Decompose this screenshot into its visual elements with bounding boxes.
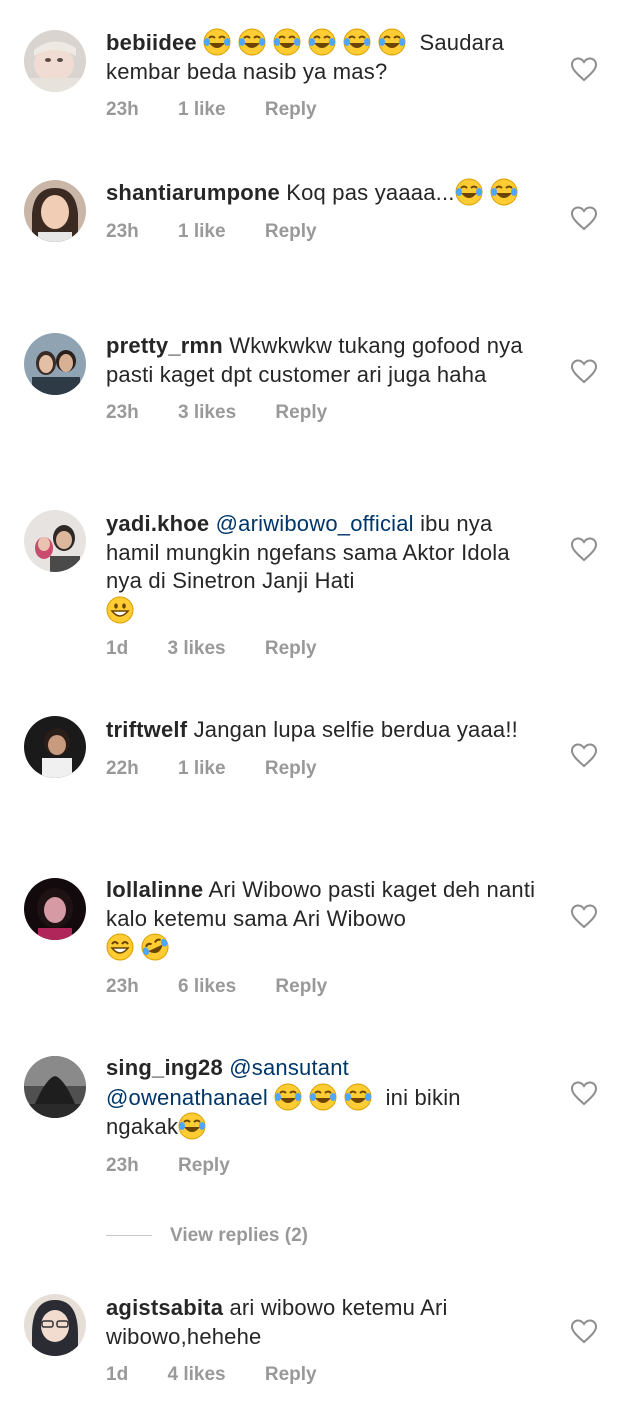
tears-of-joy-emoji-icon — [309, 1083, 337, 1111]
heart-outline-icon[interactable] — [570, 903, 598, 929]
comment-text: shantiarumpone Koq pas yaaaa... — [106, 178, 536, 208]
comment-time: 23h — [106, 975, 139, 997]
heart-outline-icon[interactable] — [570, 358, 598, 384]
comment-likes[interactable]: 4 likes — [167, 1363, 225, 1387]
comment-text: lollalinne Ari Wibowo pasti kaget deh na… — [106, 876, 536, 963]
heart-outline-icon[interactable] — [570, 742, 598, 768]
tears-of-joy-emoji-icon — [238, 28, 266, 56]
comment-time: 1d — [106, 638, 129, 659]
comment-text: yadi.khoe @ariwibowo_official ibu nya ha… — [106, 510, 536, 625]
view-replies-divider — [106, 1235, 152, 1237]
avatar[interactable] — [24, 878, 86, 940]
comment-text: agistsabita ari wibowo ketemu Ari wibowo… — [106, 1294, 536, 1351]
reply-button[interactable]: Reply — [265, 98, 317, 122]
reply-button[interactable]: Reply — [265, 220, 317, 244]
reply-button[interactable]: Reply — [275, 975, 327, 999]
comment-text: bebiidee Saudara kembar beda nasib ya ma… — [106, 28, 536, 86]
avatar[interactable] — [24, 510, 86, 572]
tears-of-joy-emoji-icon — [308, 28, 336, 56]
tears-of-joy-emoji-icon — [273, 28, 301, 56]
avatar[interactable] — [24, 30, 86, 92]
comment-time: 23h — [106, 99, 139, 120]
comment-text: pretty_rmn Wkwkwkw tukang gofood nya pas… — [106, 332, 536, 389]
comment-username[interactable]: triftwelf — [106, 717, 187, 742]
tears-of-joy-emoji-icon — [455, 178, 483, 206]
view-replies-button[interactable]: View replies (2) — [106, 1224, 308, 1248]
comment-mention[interactable]: @owenathanael — [106, 1085, 268, 1110]
reply-button[interactable]: Reply — [178, 1154, 230, 1178]
tears-of-joy-emoji-icon — [490, 178, 518, 206]
reply-button[interactable]: Reply — [275, 401, 327, 425]
comment-username[interactable]: shantiarumpone — [106, 180, 280, 205]
reply-button[interactable]: Reply — [265, 1363, 317, 1387]
grinning-emoji-icon — [106, 596, 134, 624]
tears-of-joy-emoji-icon — [203, 28, 231, 56]
comment-likes[interactable]: 1 like — [178, 757, 226, 781]
reply-button[interactable]: Reply — [265, 757, 317, 781]
comment-mention[interactable]: @ariwibowo_official — [216, 511, 414, 536]
comment-meta: 23h 6 likes Reply — [106, 975, 536, 999]
view-replies-label: View replies (2) — [170, 1225, 308, 1246]
grin-emoji-icon — [106, 933, 134, 961]
comment-likes[interactable]: 3 likes — [178, 401, 236, 425]
comment-time: 22h — [106, 757, 139, 779]
comment-username[interactable]: agistsabita — [106, 1295, 223, 1320]
heart-outline-icon[interactable] — [570, 205, 598, 231]
avatar[interactable] — [24, 180, 86, 242]
comment-body: Koq pas yaaaa... — [286, 180, 455, 205]
comment-username[interactable]: sing_ing28 — [106, 1055, 223, 1080]
comment-text: sing_ing28 @sansutant @owenathanael ini … — [106, 1054, 536, 1142]
tears-of-joy-emoji-icon — [274, 1083, 302, 1111]
comment-meta: 1d 4 likes Reply — [106, 1363, 536, 1387]
comment-text: triftwelf Jangan lupa selfie berdua yaaa… — [106, 716, 536, 745]
heart-outline-icon[interactable] — [570, 1080, 598, 1106]
comment-username[interactable]: bebiidee — [106, 30, 197, 55]
comment-likes[interactable]: 6 likes — [178, 975, 236, 999]
tears-of-joy-emoji-icon — [343, 28, 371, 56]
comment-username[interactable]: lollalinne — [106, 877, 203, 902]
comment-meta: 1d 3 likes Reply — [106, 637, 536, 661]
avatar[interactable] — [24, 333, 86, 395]
reply-button[interactable]: Reply — [265, 637, 317, 661]
heart-outline-icon[interactable] — [570, 56, 598, 82]
heart-outline-icon[interactable] — [570, 536, 598, 562]
comment-likes[interactable]: 1 like — [178, 98, 226, 122]
comment-likes[interactable]: 3 likes — [167, 637, 225, 661]
comment-meta: 23h Reply — [106, 1154, 536, 1178]
heart-outline-icon[interactable] — [570, 1318, 598, 1344]
comment-body: Jangan lupa selfie berdua yaaa!! — [193, 717, 518, 742]
avatar[interactable] — [24, 1294, 86, 1356]
comment-likes[interactable]: 1 like — [178, 220, 226, 244]
comment-mention[interactable]: @sansutant — [229, 1055, 349, 1080]
avatar[interactable] — [24, 1056, 86, 1118]
comment-username[interactable]: pretty_rmn — [106, 333, 223, 358]
comment-meta: 22h 1 like Reply — [106, 757, 536, 781]
comment-meta: 23h 1 like Reply — [106, 98, 536, 122]
tears-of-joy-emoji-icon — [178, 1112, 206, 1140]
comment-time: 1d — [106, 1364, 129, 1385]
comment-meta: 23h 3 likes Reply — [106, 401, 536, 425]
tears-of-joy-emoji-icon — [344, 1083, 372, 1111]
comment-time: 23h — [106, 1154, 139, 1176]
comment-meta: 23h 1 like Reply — [106, 220, 536, 244]
comment-username[interactable]: yadi.khoe — [106, 511, 209, 536]
comment-time: 23h — [106, 402, 139, 423]
avatar[interactable] — [24, 716, 86, 778]
tears-of-joy-emoji-icon — [378, 28, 406, 56]
comment-time: 23h — [106, 220, 139, 242]
rofl-emoji-icon — [141, 933, 169, 961]
